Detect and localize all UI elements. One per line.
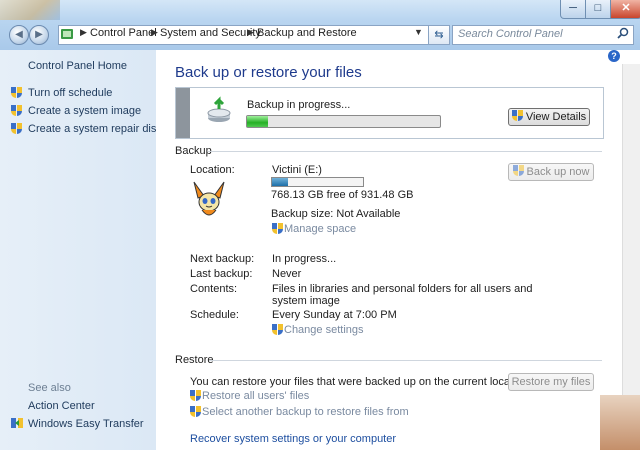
- last-backup-value: Never: [272, 268, 302, 280]
- schedule-value: Every Sunday at 7:00 PM: [272, 309, 397, 321]
- search-icon[interactable]: [617, 27, 629, 42]
- uac-shield-icon: [190, 390, 201, 402]
- contents-label: Contents:: [190, 283, 238, 295]
- breadcrumb-separator-icon: ▶: [80, 27, 87, 37]
- last-backup-label: Last backup:: [190, 268, 253, 280]
- minimize-button[interactable]: ─: [560, 0, 586, 19]
- backup-progress-label: Backup in progress...: [247, 99, 351, 111]
- change-settings-link[interactable]: Change settings: [284, 324, 364, 336]
- uac-shield-icon: [272, 324, 283, 336]
- page-title: Back up or restore your files: [175, 64, 362, 81]
- window-corner-decoration: [0, 0, 60, 20]
- restore-section-title: Restore: [175, 354, 214, 366]
- breadcrumb-separator-icon: ▶: [247, 27, 254, 37]
- backup-drive-icon: [206, 96, 232, 124]
- back-up-now-button[interactable]: Back up now: [508, 163, 594, 181]
- uac-shield-icon: [512, 165, 524, 177]
- breadcrumb-separator-icon: ▶: [151, 27, 158, 37]
- backup-progress-fill: [247, 116, 269, 127]
- sidebar-link-create-system-image[interactable]: Create a system image: [28, 105, 141, 117]
- see-also-heading: See also: [28, 382, 71, 394]
- close-button[interactable]: ✕: [610, 0, 640, 19]
- manage-space-link[interactable]: Manage space: [284, 223, 356, 235]
- uac-shield-icon: [11, 87, 22, 99]
- backup-progress-bar: [246, 115, 441, 128]
- drive-usage-bar: [271, 177, 364, 187]
- back-button[interactable]: ◀: [9, 25, 29, 45]
- maximize-button[interactable]: □: [585, 0, 611, 19]
- restore-all-users-link[interactable]: Restore all users' files: [202, 390, 309, 402]
- easy-transfer-icon: [11, 417, 23, 429]
- sidebar-link-control-panel-home[interactable]: Control Panel Home: [28, 60, 127, 72]
- select-another-backup-link[interactable]: Select another backup to restore files f…: [202, 406, 409, 418]
- refresh-icon[interactable]: ⇆: [428, 25, 450, 45]
- contents-value: Files in libraries and personal folders …: [272, 283, 533, 295]
- sidebar-link-create-repair-disc[interactable]: Create a system repair disc: [28, 123, 162, 135]
- breadcrumb-backup-and-restore[interactable]: Backup and Restore: [257, 27, 357, 39]
- restore-section-divider: [209, 360, 602, 361]
- address-dropdown-icon[interactable]: ▼: [414, 27, 423, 37]
- progress-panel-strip: [176, 88, 190, 138]
- next-backup-value: In progress...: [272, 253, 337, 265]
- restore-message: You can restore your files that were bac…: [190, 376, 531, 388]
- uac-shield-icon: [11, 105, 22, 117]
- breadcrumb-control-panel[interactable]: Control Panel: [90, 27, 157, 39]
- sidebar-link-turn-off-schedule[interactable]: Turn off schedule: [28, 87, 112, 99]
- location-value: Victini (E:): [272, 164, 322, 176]
- vertical-scrollbar[interactable]: [622, 64, 640, 450]
- restore-my-files-button[interactable]: Restore my files: [508, 373, 594, 391]
- backup-size-text: Backup size: Not Available: [271, 208, 401, 220]
- contents-value-cont: system image: [272, 295, 340, 307]
- uac-shield-icon: [11, 123, 22, 135]
- location-label: Location:: [190, 164, 235, 176]
- view-details-label: View Details: [525, 111, 587, 123]
- backup-section-title: Backup: [175, 145, 212, 157]
- breadcrumb-system-and-security[interactable]: System and Security: [160, 27, 261, 39]
- drive-avatar-image: [190, 180, 228, 220]
- search-placeholder: Search Control Panel: [458, 28, 563, 40]
- sidebar-link-action-center[interactable]: Action Center: [28, 400, 95, 412]
- uac-shield-icon: [190, 406, 201, 418]
- recover-system-link[interactable]: Recover system settings or your computer: [190, 433, 396, 445]
- next-backup-label: Next backup:: [190, 253, 255, 265]
- drive-usage-fill: [272, 178, 289, 186]
- uac-shield-icon: [511, 110, 523, 122]
- help-icon[interactable]: ?: [608, 50, 620, 62]
- schedule-label: Schedule:: [190, 309, 239, 321]
- view-details-button[interactable]: View Details: [508, 108, 590, 126]
- sidebar-link-easy-transfer[interactable]: Windows Easy Transfer: [28, 418, 144, 430]
- backup-section-divider: [208, 151, 602, 152]
- forward-button[interactable]: ▶: [29, 25, 49, 45]
- desktop-background-corner: [600, 395, 640, 450]
- back-up-now-label: Back up now: [526, 166, 590, 178]
- free-space-text: 768.13 GB free of 931.48 GB: [271, 189, 414, 201]
- control-panel-icon: [60, 27, 74, 41]
- uac-shield-icon: [272, 223, 283, 235]
